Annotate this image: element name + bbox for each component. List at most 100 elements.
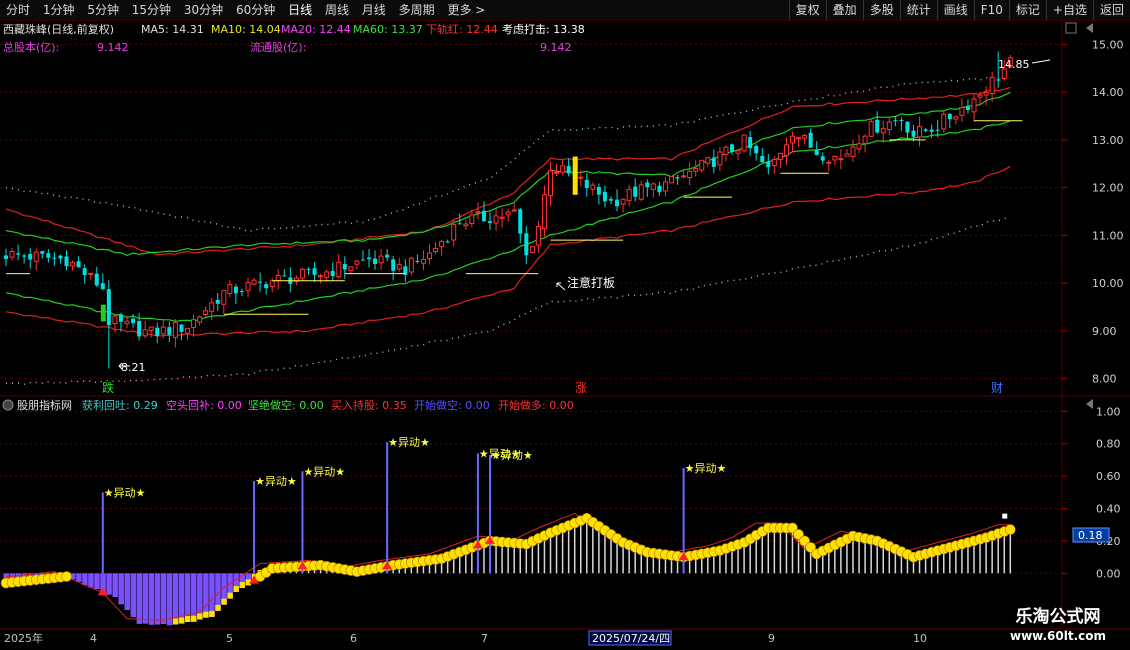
candle-body bbox=[106, 289, 111, 326]
fall-marker: 跌 bbox=[102, 380, 114, 395]
candle-body bbox=[88, 272, 94, 275]
consider-label: 考虑打击: 13.38 bbox=[502, 22, 585, 36]
finance-marker: 财 bbox=[991, 381, 1003, 395]
collapse-sub-arrow-icon[interactable] bbox=[1086, 399, 1093, 409]
indicator-bar bbox=[112, 573, 118, 598]
candle-body bbox=[58, 255, 63, 259]
candle-body bbox=[705, 157, 711, 164]
candle-body bbox=[499, 216, 505, 219]
indicator-bar bbox=[209, 573, 215, 617]
candle-body bbox=[941, 113, 947, 130]
candle-body bbox=[457, 223, 462, 225]
candle-body bbox=[541, 194, 547, 229]
candle-body bbox=[239, 291, 244, 293]
high-price-label: 14.85 bbox=[998, 58, 1030, 71]
candle-body bbox=[965, 106, 970, 110]
candle-body bbox=[348, 266, 354, 272]
indicator-tick-label: 0.00 bbox=[1096, 567, 1121, 580]
candle-body bbox=[615, 199, 620, 207]
candle-body bbox=[820, 156, 825, 161]
candle-body bbox=[730, 144, 734, 153]
indicator-bar-cap bbox=[178, 617, 185, 624]
indicator-bar bbox=[94, 573, 100, 590]
candle-body bbox=[408, 257, 414, 273]
red-upper-band bbox=[5, 86, 1011, 256]
candle-body bbox=[185, 327, 190, 334]
candle-body bbox=[566, 166, 571, 174]
candle-body bbox=[463, 223, 469, 227]
candle-body bbox=[760, 155, 765, 163]
price-tick-label: 14.00 bbox=[1092, 86, 1124, 99]
candle-body bbox=[488, 221, 492, 223]
watermark-name: 乐淘公式网 bbox=[1015, 607, 1101, 627]
indicator-end-marker bbox=[1002, 513, 1008, 519]
candle-body bbox=[645, 182, 650, 188]
total-share-value: 9.142 bbox=[97, 41, 129, 54]
stock-title[interactable]: 西藏珠峰(日线,前复权) bbox=[3, 22, 114, 36]
candle-body bbox=[148, 326, 154, 331]
main-price-pane bbox=[4, 51, 1051, 385]
candle-body bbox=[620, 198, 626, 205]
candle-body bbox=[790, 135, 795, 144]
collapse-arrow-icon[interactable] bbox=[1086, 23, 1093, 33]
candle-body bbox=[360, 259, 365, 261]
candle-body bbox=[669, 176, 674, 184]
x-label-jun: 6 bbox=[350, 632, 357, 645]
indicator-value-2: 坚绝做空: 0.00 bbox=[248, 398, 324, 412]
candle-body bbox=[475, 211, 481, 214]
watermark-url: www.60lt.com bbox=[1009, 629, 1107, 643]
candle-body bbox=[378, 255, 384, 264]
indicator-bar bbox=[142, 573, 149, 624]
indicator-bar bbox=[106, 573, 112, 595]
main-header: 西藏珠峰(日线,前复权) MA5: 14.31 MA10: 14.04 MA20… bbox=[3, 22, 585, 54]
x-label-sep: 9 bbox=[768, 632, 775, 645]
x-label-oct: 10 bbox=[913, 632, 927, 645]
kline-chart[interactable]: ★异动★★异动★★异动★★异动★★异动★★异动★★异动★ 8.009.0010.… bbox=[0, 0, 1130, 650]
candle-body bbox=[548, 170, 553, 197]
candle-body bbox=[427, 252, 432, 260]
candle-body bbox=[160, 326, 166, 335]
candle-body bbox=[699, 159, 705, 171]
candle-body bbox=[324, 271, 330, 278]
candle-body bbox=[626, 188, 632, 202]
candle-body bbox=[312, 268, 317, 275]
candle-body bbox=[233, 286, 238, 294]
candle-body bbox=[28, 254, 33, 260]
indicator-settings-icon[interactable] bbox=[2, 399, 14, 411]
candle-body bbox=[167, 327, 172, 335]
indicator-bar bbox=[76, 573, 82, 582]
ma60-label: MA60: 13.37 bbox=[353, 23, 423, 36]
candle-body bbox=[52, 257, 57, 259]
price-tick-label: 12.00 bbox=[1092, 182, 1124, 195]
indicator-title[interactable]: 股朋指标网 bbox=[17, 398, 72, 412]
candle-body bbox=[989, 76, 995, 94]
note-label: 注意打板 bbox=[567, 275, 615, 290]
candle-body bbox=[675, 177, 680, 179]
candle-body bbox=[741, 134, 747, 152]
signal-label: ★异动★ bbox=[388, 436, 430, 449]
low-price-label: 8.21 bbox=[121, 361, 146, 374]
candle-body bbox=[802, 134, 808, 139]
candle-body bbox=[771, 158, 777, 167]
x-axis: 2025年 4 5 6 7 2025/07/24/四 9 10 bbox=[0, 628, 1130, 646]
indicator-value-5: 开始做多: 0.00 bbox=[498, 398, 574, 412]
candle-body bbox=[100, 283, 105, 290]
indicator-bar-cap bbox=[227, 592, 233, 599]
candle-body bbox=[221, 290, 227, 305]
candle-body bbox=[33, 251, 39, 262]
candle-body bbox=[917, 126, 923, 138]
indicator-value-1: 空头回补: 0.00 bbox=[166, 398, 242, 412]
candle-body bbox=[451, 223, 457, 241]
candle-body bbox=[505, 211, 511, 216]
indicator-bar bbox=[118, 573, 124, 605]
pane-settings-icon[interactable] bbox=[1065, 22, 1077, 34]
dotted-lower-band bbox=[5, 215, 1011, 385]
candle-body bbox=[336, 261, 342, 278]
candle-body bbox=[838, 158, 844, 161]
candle-body bbox=[638, 184, 644, 200]
candle-body bbox=[905, 121, 910, 133]
candle-body bbox=[209, 302, 215, 312]
indicator-value-3: 买入持股: 0.35 bbox=[331, 398, 407, 412]
price-tick-label: 15.00 bbox=[1092, 38, 1124, 51]
candle-body bbox=[693, 167, 699, 172]
